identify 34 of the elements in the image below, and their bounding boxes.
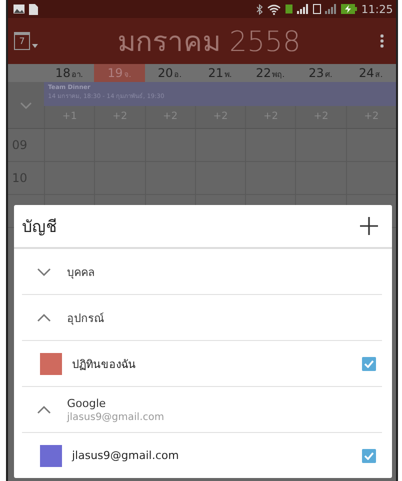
account-group-label[interactable]: Google [67, 396, 164, 410]
signal-icon [325, 4, 338, 14]
day-header[interactable]: 19 จ. [94, 64, 145, 82]
day-header[interactable]: 23 ศ. [295, 64, 346, 82]
checkbox[interactable] [362, 356, 376, 370]
image-icon [13, 4, 25, 14]
add-icon[interactable] [360, 217, 378, 235]
month-title: มกราคม 2558 [116, 24, 302, 60]
signal-icon [297, 4, 310, 14]
day-header[interactable]: 24 ส. [346, 64, 396, 82]
caret-icon [32, 44, 38, 48]
account-group-label[interactable]: บุคคล [67, 262, 95, 280]
account-email: jlasus9@gmail.com [67, 412, 164, 422]
day-header[interactable]: 22 พฤ. [245, 64, 296, 82]
calendar-name: ปฏิทินของฉัน [72, 356, 137, 372]
checkbox[interactable] [362, 448, 376, 462]
document-icon [29, 4, 38, 14]
battery-icon [341, 4, 358, 14]
day-header[interactable]: 21 พ. [194, 64, 246, 82]
day-header[interactable]: 20 อ. [144, 64, 195, 82]
status-time: 11:25 [361, 2, 393, 16]
calendar-name: jlasus9@gmail.com [72, 449, 180, 462]
chevron-up-icon[interactable] [37, 406, 51, 414]
chevron-down-icon[interactable] [37, 268, 51, 276]
dialog-title: บัญชี [22, 216, 57, 238]
wifi-icon [267, 4, 282, 14]
calendar-view-button[interactable]: 7 [14, 32, 30, 50]
sim-icon [313, 4, 322, 14]
overflow-menu-icon[interactable] [380, 34, 384, 48]
sim-icon [285, 4, 294, 14]
bluetooth-icon [256, 4, 264, 14]
account-group-label[interactable]: อุปกรณ์ [67, 308, 104, 326]
chevron-up-icon[interactable] [37, 314, 51, 322]
day-header[interactable]: 18 อา. [44, 64, 94, 82]
